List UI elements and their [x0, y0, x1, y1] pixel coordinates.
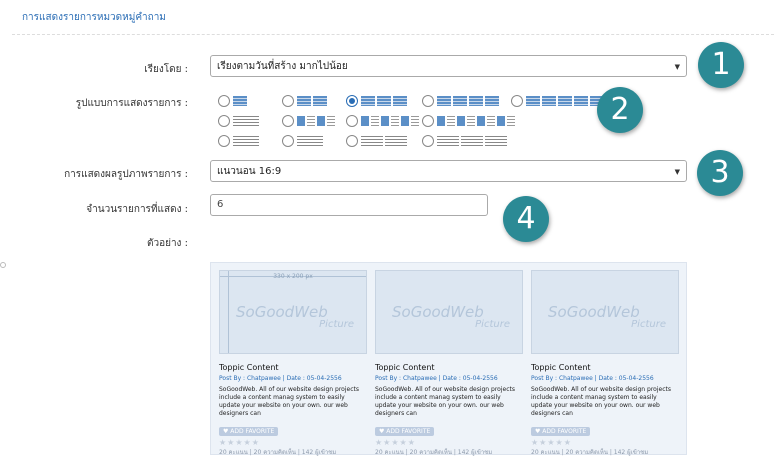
layout-preview-icon	[437, 116, 515, 126]
image-display-value: แนวนอน 16:9	[217, 166, 282, 177]
card-stats: 20 คะแนน | 20 ความคิดเห็น | 142 ผู้เข้าช…	[531, 449, 649, 456]
layout-preview-icon	[361, 136, 407, 146]
radio-button[interactable]	[218, 95, 230, 107]
image-display-label: การแสดงผลรูปภาพรายการ :	[64, 169, 188, 180]
watermark: SoGoodWeb	[236, 303, 328, 321]
layout-option[interactable]	[282, 134, 323, 148]
preview-card: SoGoodWeb Picture Toppic Content Post By…	[375, 270, 523, 457]
rating-stars: ★★★★★	[531, 438, 572, 447]
sort-select-value: เรียงตามวันที่สร้าง มากไปน้อย	[217, 61, 348, 72]
layout-preview-icon	[361, 116, 419, 126]
layout-preview-icon	[297, 116, 335, 126]
count-input[interactable]: 6	[210, 194, 488, 216]
step-badge-3: 3	[697, 150, 743, 196]
layout-option[interactable]	[346, 134, 407, 148]
add-favorite-button[interactable]: ♥ ADD FAVORITE	[531, 427, 591, 436]
preview-card: 330 x 200 px SoGoodWeb Picture Toppic Co…	[219, 270, 367, 457]
section-title: การแสดงรายการหมวดหมู่คำถาม	[22, 12, 166, 23]
card-stats: 20 คะแนน | 20 ความคิดเห็น | 142 ผู้เข้าช…	[219, 449, 337, 456]
radio-button[interactable]	[346, 135, 358, 147]
sort-label: เรียงโดย :	[144, 64, 188, 75]
divider	[12, 34, 774, 35]
radio-button[interactable]	[346, 95, 358, 107]
watermark-sub: Picture	[475, 319, 510, 330]
layout-preview-icon	[297, 96, 327, 106]
card-title: Toppic Content	[531, 363, 591, 372]
layout-label: รูปแบบการแสดงรายการ :	[75, 98, 188, 109]
card-title: Toppic Content	[375, 363, 435, 372]
preview-panel: 330 x 200 px SoGoodWeb Picture Toppic Co…	[210, 262, 687, 457]
layout-option[interactable]	[282, 114, 335, 128]
layout-option[interactable]	[282, 94, 327, 108]
layout-option[interactable]	[218, 94, 247, 108]
card-meta: Post By : Chatpawee | Date : 05-04-2556	[219, 375, 342, 382]
card-image: 330 x 200 px SoGoodWeb Picture	[219, 270, 367, 354]
image-display-select[interactable]: แนวนอน 16:9 ▼	[210, 160, 687, 182]
step-badge-1: 1	[698, 42, 744, 88]
card-image: SoGoodWeb Picture	[531, 270, 679, 354]
layout-option[interactable]	[346, 94, 407, 108]
watermark-sub: Picture	[631, 319, 666, 330]
radio-button[interactable]	[422, 115, 434, 127]
radio-button[interactable]	[346, 115, 358, 127]
radio-button[interactable]	[282, 95, 294, 107]
radio-button[interactable]	[511, 95, 523, 107]
sort-select[interactable]: เรียงตามวันที่สร้าง มากไปน้อย ▼	[210, 55, 687, 77]
watermark: SoGoodWeb	[548, 303, 640, 321]
card-stats: 20 คะแนน | 20 ความคิดเห็น | 142 ผู้เข้าช…	[375, 449, 493, 456]
radio-button[interactable]	[218, 135, 230, 147]
layout-preview-icon	[526, 96, 604, 106]
layout-preview-icon	[437, 96, 499, 106]
radio-button[interactable]	[218, 115, 230, 127]
left-edge-marker	[0, 262, 6, 268]
layout-option[interactable]	[511, 94, 604, 108]
add-favorite-button[interactable]: ♥ ADD FAVORITE	[219, 427, 279, 436]
chevron-down-icon: ▼	[674, 168, 680, 176]
layout-option[interactable]	[422, 94, 499, 108]
step-badge-4: 4	[503, 196, 549, 242]
example-label: ตัวอย่าง :	[146, 238, 188, 249]
card-image: SoGoodWeb Picture	[375, 270, 523, 354]
radio-button[interactable]	[422, 95, 434, 107]
preview-card: SoGoodWeb Picture Toppic Content Post By…	[531, 270, 679, 457]
count-label: จำนวนรายการที่แสดง :	[86, 204, 188, 215]
card-meta: Post By : Chatpawee | Date : 05-04-2556	[375, 375, 498, 382]
image-size-label: 330 x 200 px	[273, 273, 313, 280]
add-favorite-button[interactable]: ♥ ADD FAVORITE	[375, 427, 435, 436]
watermark-sub: Picture	[319, 319, 354, 330]
card-desc: SoGoodWeb. All of our website design pro…	[531, 386, 671, 417]
layout-option[interactable]	[346, 114, 419, 128]
radio-button[interactable]	[282, 135, 294, 147]
card-title: Toppic Content	[219, 363, 279, 372]
layout-option[interactable]	[218, 114, 259, 128]
step-badge-2: 2	[597, 87, 643, 133]
rating-stars: ★★★★★	[219, 438, 260, 447]
layout-option[interactable]	[218, 134, 259, 148]
layout-option[interactable]	[422, 114, 515, 128]
layout-preview-icon	[297, 136, 323, 146]
layout-preview-icon	[233, 96, 247, 106]
watermark: SoGoodWeb	[392, 303, 484, 321]
card-desc: SoGoodWeb. All of our website design pro…	[219, 386, 359, 417]
layout-preview-icon	[361, 96, 407, 106]
layout-option[interactable]	[422, 134, 507, 148]
layout-preview-icon	[233, 116, 259, 126]
layout-preview-icon	[437, 136, 507, 146]
rating-stars: ★★★★★	[375, 438, 416, 447]
layout-preview-icon	[233, 136, 259, 146]
radio-button[interactable]	[422, 135, 434, 147]
radio-button[interactable]	[282, 115, 294, 127]
chevron-down-icon: ▼	[674, 63, 680, 71]
card-desc: SoGoodWeb. All of our website design pro…	[375, 386, 515, 417]
card-meta: Post By : Chatpawee | Date : 05-04-2556	[531, 375, 654, 382]
